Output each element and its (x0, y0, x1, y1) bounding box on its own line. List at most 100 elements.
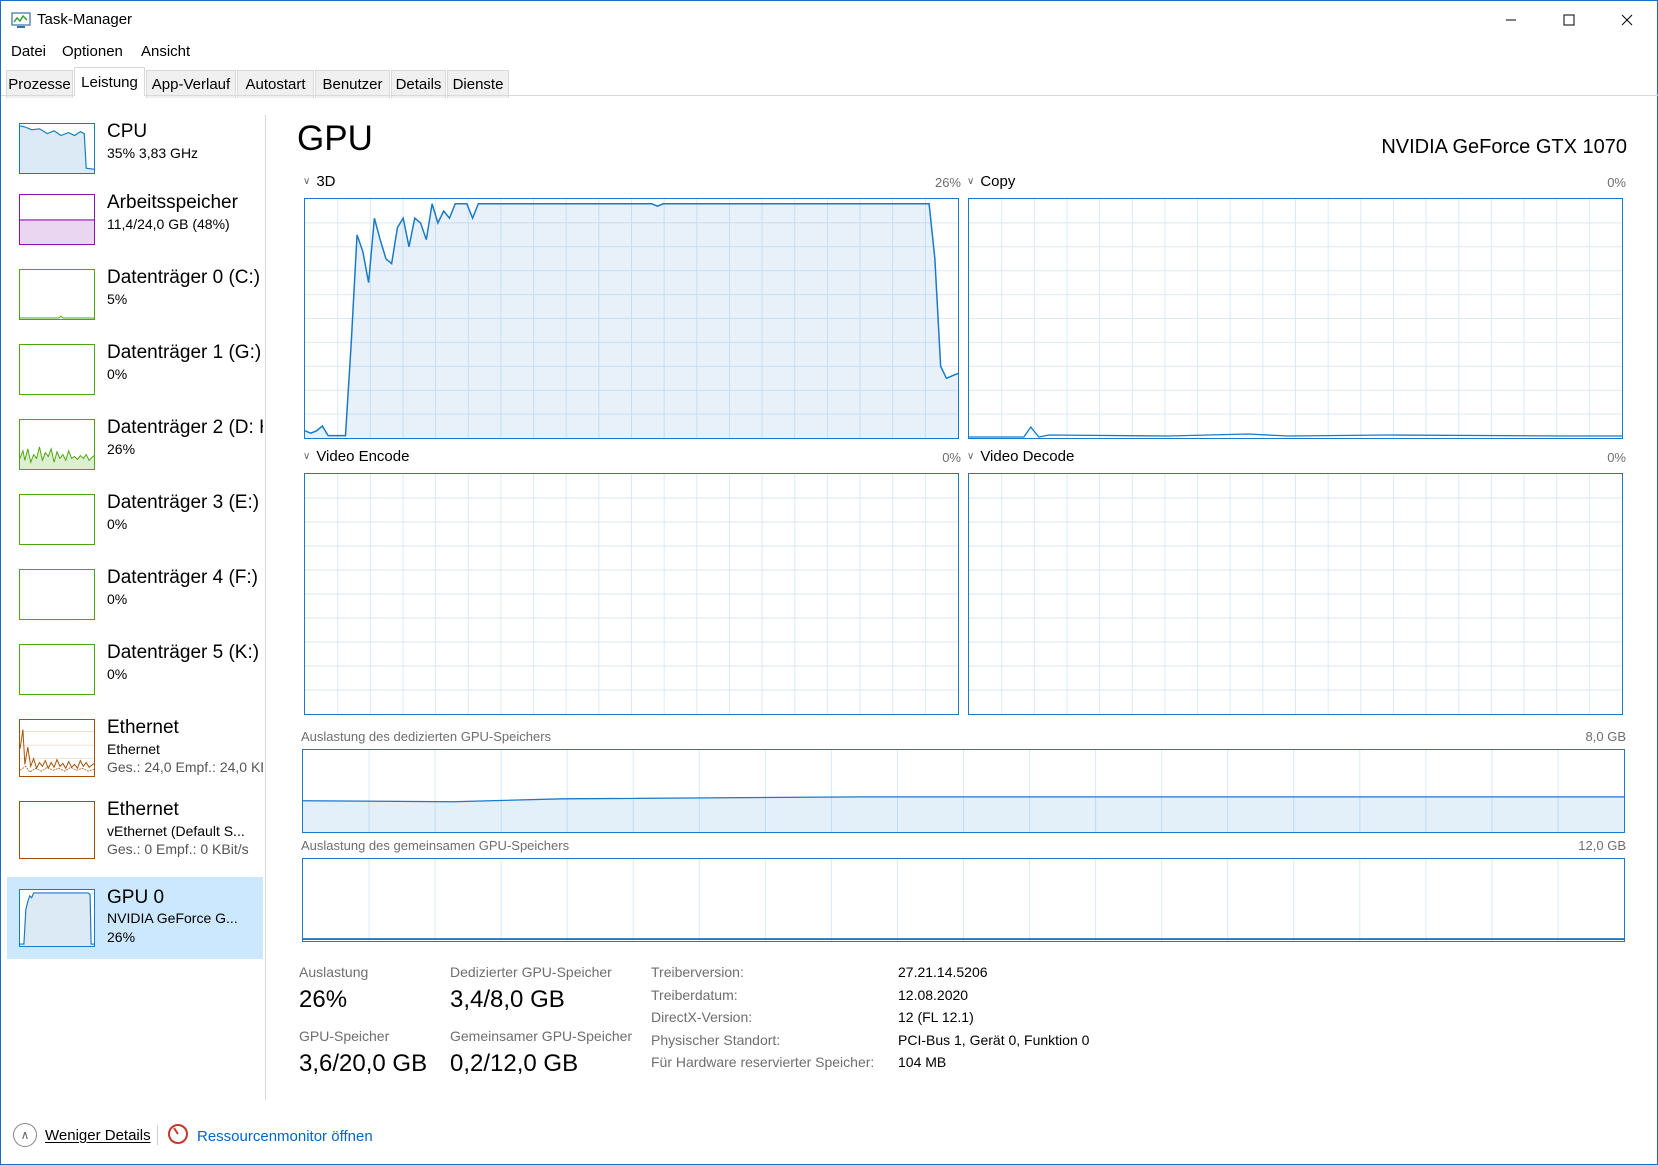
directx-version-label: DirectX-Version: (651, 1009, 753, 1025)
page-title: GPU (297, 119, 373, 158)
sidebar-item-title: Datenträger 2 (D: H (107, 417, 263, 438)
engine-selector-copy[interactable]: ∨ Copy (967, 173, 1015, 190)
dedicated-gpu-memory-value: 3,4/8,0 GB (450, 986, 565, 1013)
chevron-down-icon: ∨ (967, 176, 975, 187)
tab-autostart[interactable]: Autostart (237, 70, 314, 98)
engine-selector-3d[interactable]: ∨ 3D (303, 173, 336, 190)
engine-selector-video-encode[interactable]: ∨ Video Encode (303, 448, 409, 465)
sidebar-item-disk-2[interactable]: Datenträger 2 (D: H 26% (7, 413, 263, 488)
sidebar-item-detail: 35% 3,83 GHz (107, 145, 199, 161)
engine-label: Copy (980, 173, 1016, 190)
sidebar-item-cpu[interactable]: CPU 35% 3,83 GHz (7, 113, 263, 188)
graph-dedicated-memory-area (303, 796, 1624, 832)
utilization-value: 26% (299, 986, 348, 1013)
engine-max-pct: 0% (1607, 175, 1626, 190)
graph-dedicated-memory-svg (303, 750, 1624, 832)
performance-sidebar: CPU 35% 3,83 GHz Arbeitsspeicher 11,4/24… (7, 113, 263, 963)
disk-thumbnail (19, 569, 95, 620)
menu-datei[interactable]: Datei (11, 43, 46, 60)
chevron-down-icon: ∨ (303, 451, 311, 462)
reserved-memory-value: 104 MB (898, 1054, 947, 1070)
graph-video-encode (304, 473, 959, 715)
sidebar-item-title: Ethernet (107, 799, 179, 820)
tab-details[interactable]: Details (391, 70, 446, 98)
task-manager-icon (11, 12, 31, 29)
window-title: Task-Manager (37, 11, 133, 28)
driver-version-label: Treiberversion: (651, 964, 744, 980)
sidebar-item-title: Ethernet (107, 717, 179, 738)
resource-monitor-label: Ressourcenmonitor öffnen (197, 1127, 373, 1145)
directx-version-value: 12 (FL 12.1) (898, 1009, 974, 1025)
tab-prozesse[interactable]: Prozesse (6, 70, 73, 98)
cpu-thumbnail (19, 123, 95, 174)
sidebar-item-disk-0[interactable]: Datenträger 0 (C:) 5% (7, 263, 263, 338)
menu-bar: Datei Optionen Ansicht (1, 41, 1657, 63)
sidebar-item-memory[interactable]: Arbeitsspeicher 11,4/24,0 GB (48%) (7, 188, 263, 263)
sidebar-item-detail: 11,4/24,0 GB (48%) (107, 216, 230, 232)
driver-date-value: 12.08.2020 (898, 987, 969, 1003)
disk-thumbnail (19, 269, 95, 320)
engine-label: 3D (316, 173, 336, 190)
sidebar-item-throughput: Ges.: 0 Empf.: 0 KBit/s (107, 841, 249, 857)
fewer-details-button[interactable]: ∧ Weniger Details (13, 1123, 151, 1147)
sidebar-item-disk-4[interactable]: Datenträger 4 (F:) 0% (7, 563, 263, 638)
sidebar-item-detail: 0% (107, 666, 128, 682)
sidebar-item-title: Datenträger 5 (K:) (107, 642, 260, 663)
graph-copy-grid (969, 199, 1622, 438)
tab-app-verlauf[interactable]: App-Verlauf (146, 70, 236, 98)
physical-location-label: Physischer Standort: (651, 1032, 781, 1048)
sidebar-item-detail: 0% (107, 591, 128, 607)
menu-optionen[interactable]: Optionen (62, 43, 123, 60)
fewer-details-label: Weniger Details (45, 1126, 151, 1144)
close-button[interactable] (1598, 1, 1656, 39)
maximize-button[interactable] (1540, 1, 1598, 39)
sidebar-item-title: Datenträger 4 (F:) (107, 567, 258, 588)
sidebar-item-ethernet-2[interactable]: Ethernet vEthernet (Default S... Ges.: 0… (7, 795, 263, 877)
sidebar-item-gpu-0[interactable]: GPU 0 NVIDIA GeForce G... 26% (7, 877, 263, 959)
engine-label: Video Encode (316, 448, 410, 465)
sidebar-item-ethernet-1[interactable]: Ethernet Ethernet Ges.: 24,0 Empf.: 24,0… (7, 713, 263, 795)
graph-video-decode-grid (969, 474, 1622, 714)
graph-shared-memory-grid (368, 859, 1559, 941)
graph-shared-memory (302, 858, 1625, 942)
graph-dedicated-memory (302, 749, 1625, 833)
dedicated-gpu-memory-label: Dedizierter GPU-Speicher (450, 964, 612, 980)
physical-location-value: PCI-Bus 1, Gerät 0, Funktion 0 (898, 1032, 1090, 1048)
reserved-memory-label: Für Hardware reservierter Speicher: (651, 1054, 875, 1070)
sidebar-item-disk-1[interactable]: Datenträger 1 (G:) 0% (7, 338, 263, 413)
sidebar-item-disk-5[interactable]: Datenträger 5 (K:) 0% (7, 638, 263, 713)
tab-benutzer[interactable]: Benutzer (315, 70, 390, 98)
open-resource-monitor-link[interactable]: Ressourcenmonitor öffnen (167, 1123, 373, 1149)
tab-leistung[interactable]: Leistung (74, 67, 145, 96)
sidebar-item-detail: NVIDIA GeForce G... (107, 910, 238, 926)
engine-selector-video-decode[interactable]: ∨ Video Decode (967, 448, 1074, 465)
engine-max-pct: 0% (1607, 450, 1626, 465)
tab-dienste[interactable]: Dienste (447, 70, 509, 98)
graph-3d-area (305, 203, 958, 438)
tab-divider (1, 95, 1658, 96)
ethernet-thumbnail (19, 801, 95, 859)
minimize-button[interactable] (1482, 1, 1540, 39)
gpu-model-name: NVIDIA GeForce GTX 1070 (1381, 136, 1627, 158)
sidebar-item-detail: 26% (107, 441, 136, 457)
memory-thumbnail (19, 194, 95, 245)
driver-version-value: 27.21.14.5206 (898, 964, 988, 980)
driver-date-label: Treiberdatum: (651, 987, 738, 1003)
sidebar-item-detail: 0% (107, 366, 128, 382)
disk-thumbnail (19, 419, 95, 470)
sidebar-item-detail: vEthernet (Default S... (107, 823, 245, 839)
resource-monitor-icon (167, 1123, 189, 1149)
menu-ansicht[interactable]: Ansicht (141, 43, 190, 60)
graph-video-encode-svg (305, 474, 958, 714)
gpu-thumbnail (19, 889, 95, 947)
chevron-up-icon: ∧ (13, 1123, 37, 1147)
sidebar-item-detail: 0% (107, 516, 128, 532)
gpu-memory-value: 3,6/20,0 GB (299, 1050, 428, 1077)
graph-3d-svg (305, 199, 958, 438)
sidebar-item-disk-3[interactable]: Datenträger 3 (E:) 0% (7, 488, 263, 563)
title-bar: Task-Manager (1, 1, 1657, 39)
graph-copy-svg (969, 199, 1622, 438)
footer-divider (157, 1125, 158, 1145)
utilization-label: Auslastung (299, 964, 369, 980)
graph-copy (968, 198, 1623, 439)
